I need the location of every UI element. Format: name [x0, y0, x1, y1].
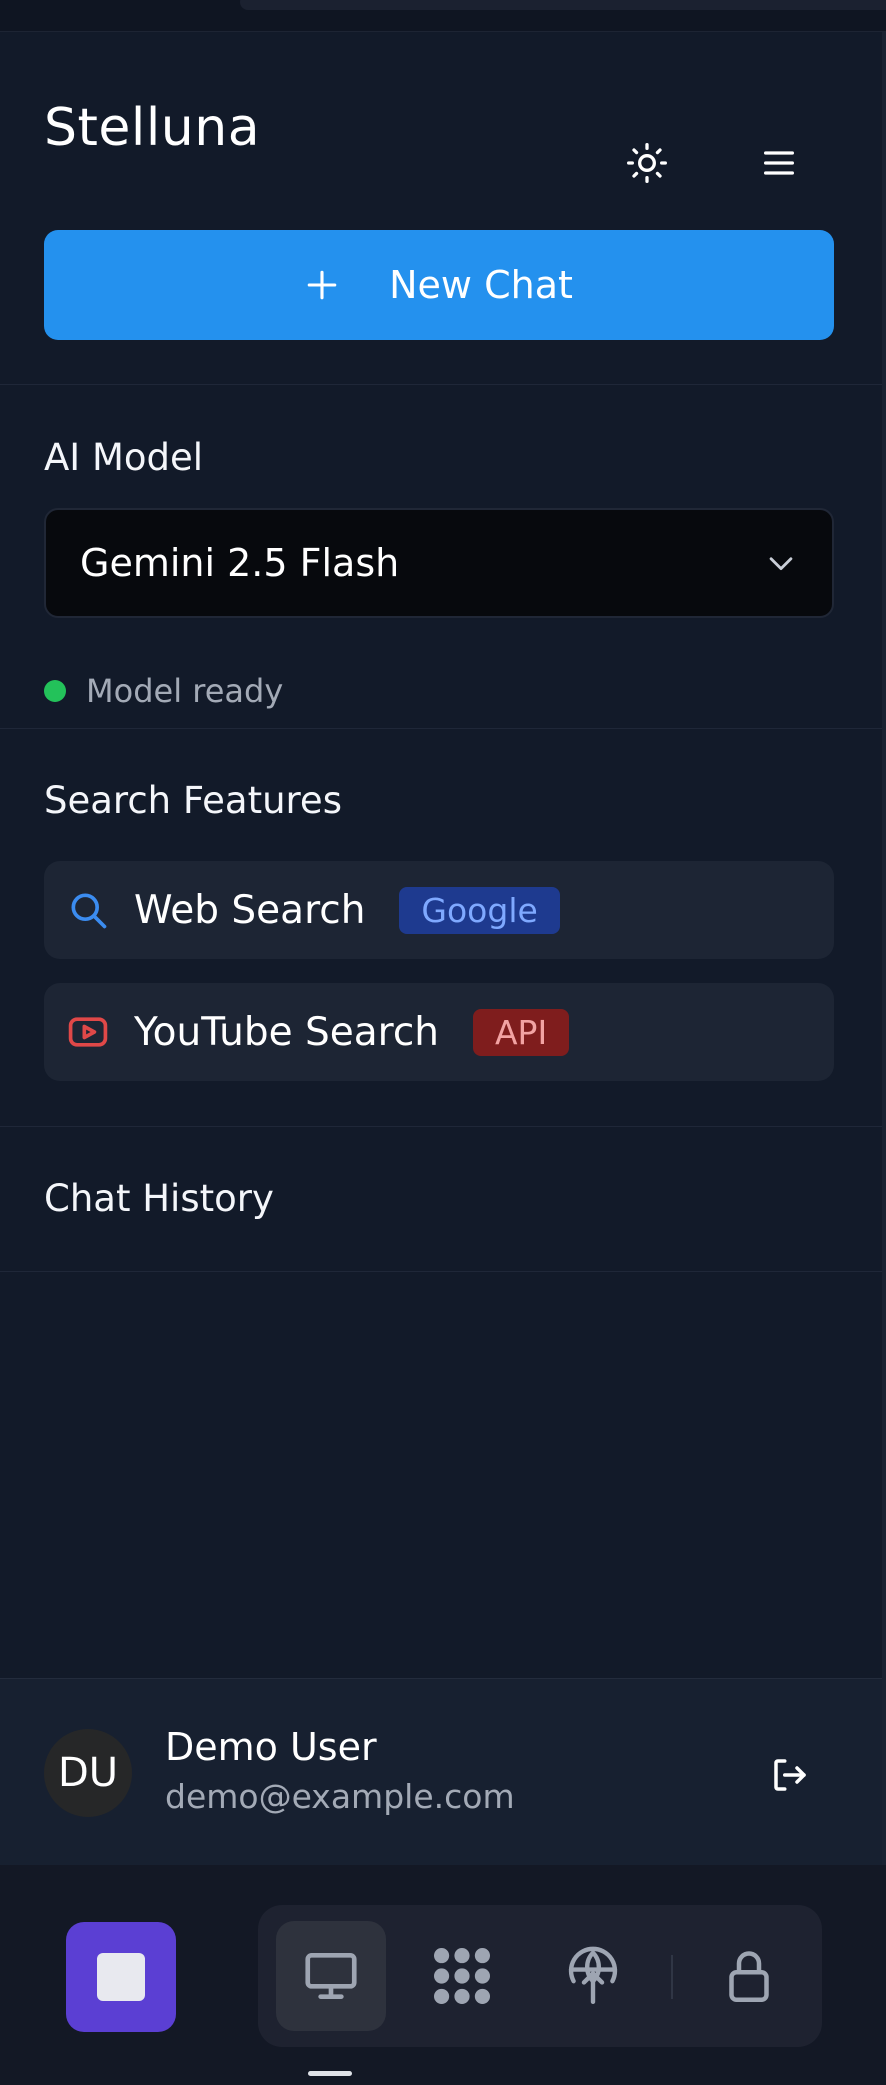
globe-upload-icon [568, 1946, 618, 2005]
web-search-label: Web Search [134, 887, 366, 933]
app-title: Stelluna [44, 98, 261, 158]
model-select-value: Gemini 2.5 Flash [80, 541, 400, 585]
avatar: DU [44, 1729, 132, 1817]
logout-icon [774, 1759, 806, 1791]
plus-icon [307, 270, 337, 300]
top-strip [0, 0, 886, 32]
youtube-icon [68, 1017, 108, 1047]
menu-button[interactable] [744, 128, 814, 198]
chevron-down-icon [769, 557, 793, 571]
google-badge: Google [399, 886, 560, 934]
taskbar [0, 1865, 886, 2085]
lock-icon [729, 1951, 769, 2002]
divider [0, 1271, 882, 1272]
sidebar-header: Stelluna [0, 32, 882, 232]
sidebar: Stelluna New Chat AI Model Gemini 2.5 Fl… [0, 32, 882, 1897]
youtube-search-toggle[interactable]: YouTube Search API [44, 983, 834, 1081]
theme-toggle-button[interactable] [612, 128, 682, 198]
model-status: Model ready [44, 672, 283, 710]
chat-history-heading: Chat History [44, 1177, 274, 1220]
new-chat-label: New Chat [389, 263, 573, 307]
user-name: Demo User [165, 1725, 377, 1769]
dock-item-network[interactable] [538, 1921, 648, 2031]
web-search-toggle[interactable]: Web Search Google [44, 861, 834, 959]
stop-icon [97, 1953, 145, 2001]
new-chat-button[interactable]: New Chat [44, 230, 834, 340]
divider [0, 1126, 882, 1127]
dock [258, 1905, 822, 2047]
divider [0, 728, 882, 729]
youtube-search-label: YouTube Search [134, 1009, 439, 1055]
dock-item-apps[interactable] [407, 1921, 517, 2031]
apps-icon [434, 1948, 490, 2004]
monitor-icon [305, 1953, 357, 1999]
dock-item-desktop[interactable] [276, 1921, 386, 2031]
ai-model-heading: AI Model [44, 436, 204, 479]
home-indicator [308, 2071, 352, 2076]
search-features-heading: Search Features [44, 779, 342, 822]
user-email: demo@example.com [165, 1777, 515, 1816]
api-badge: API [472, 1008, 570, 1056]
background-content-edge [882, 32, 886, 1865]
divider [0, 384, 882, 385]
logout-button[interactable] [760, 1745, 820, 1805]
status-dot [44, 680, 66, 702]
stop-button[interactable] [66, 1922, 176, 2032]
dock-separator [671, 1955, 673, 1999]
search-icon [71, 893, 107, 929]
hamburger-menu-icon [764, 151, 794, 175]
address-bar-fragment [240, 0, 886, 10]
sun-icon [627, 143, 667, 183]
dock-item-lock[interactable] [694, 1921, 804, 2031]
model-status-text: Model ready [86, 672, 284, 710]
model-select[interactable]: Gemini 2.5 Flash [44, 508, 834, 618]
